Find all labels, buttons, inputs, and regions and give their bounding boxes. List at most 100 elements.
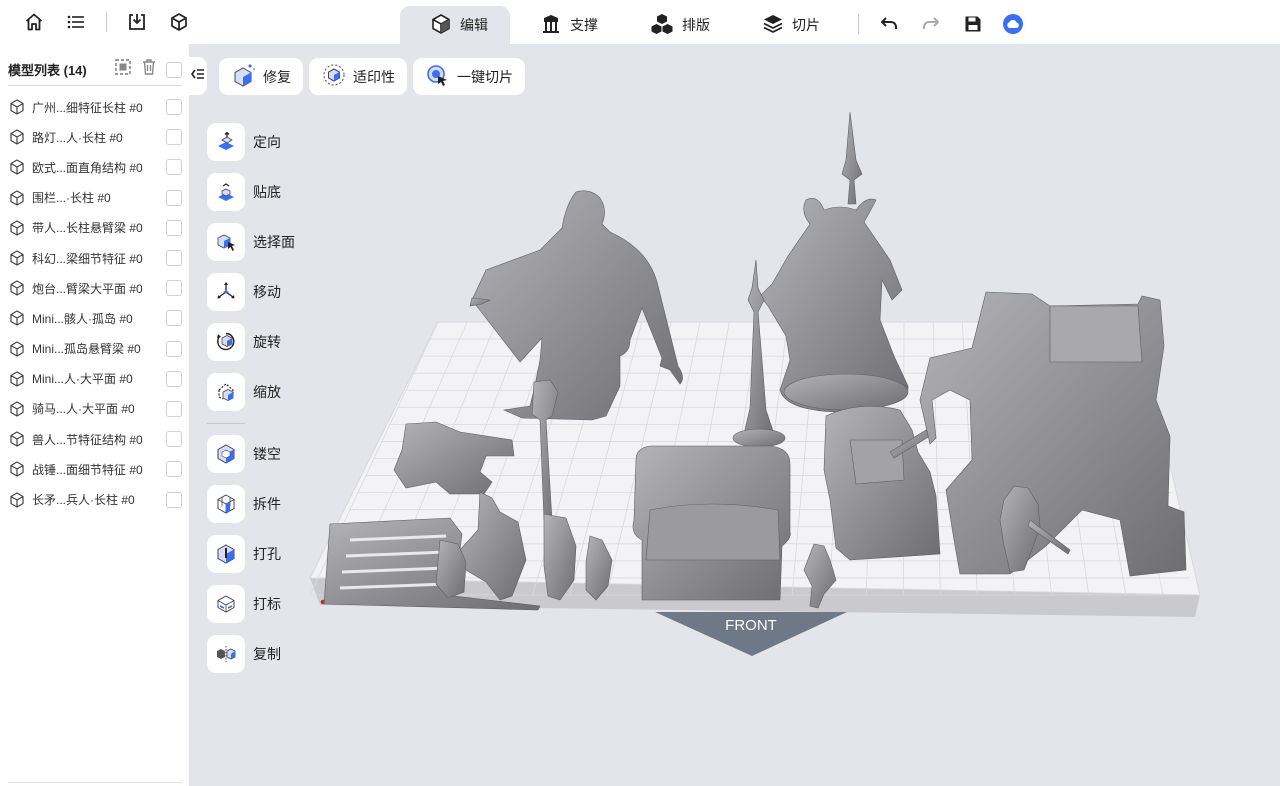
tab-support[interactable]: 支撑 (510, 6, 620, 44)
tab-slice[interactable]: 切片 (732, 6, 842, 44)
model-checkbox[interactable] (166, 431, 182, 448)
model-list-item[interactable]: 骑马...人·大平面 #0 (8, 394, 182, 424)
orient-tool[interactable]: 定向 (207, 123, 281, 161)
scale-icon (207, 373, 245, 411)
model-list-item[interactable]: 围栏...·长柱 #0 (8, 183, 182, 213)
model-name: 带人...长柱悬臂梁 #0 (32, 221, 143, 236)
orient-label: 定向 (253, 134, 281, 150)
model-checkbox[interactable] (166, 400, 182, 417)
model-checkbox[interactable] (166, 280, 182, 297)
model-list-item[interactable]: Mini...骸人·孤岛 #0 (8, 303, 182, 333)
save-icon[interactable] (961, 12, 985, 36)
lay-flat-tool[interactable]: 贴底 (207, 173, 281, 211)
delete-icon[interactable] (141, 58, 157, 81)
model-checkbox[interactable] (166, 189, 182, 206)
model-checkbox[interactable] (166, 99, 182, 116)
cloud-icon[interactable] (1003, 14, 1023, 34)
tab-label: 支撑 (570, 17, 598, 33)
hollow-label: 镂空 (253, 446, 281, 462)
model-checkbox[interactable] (166, 310, 182, 327)
model-checkbox[interactable] (166, 461, 182, 478)
model-list-item[interactable]: 广州...细特征长柱 #0 (8, 92, 182, 122)
split-icon (207, 485, 245, 523)
label-label: 打标 (253, 596, 281, 612)
model-checkbox[interactable] (166, 250, 182, 267)
hollow-tool[interactable]: 镂空 (207, 435, 281, 473)
cube-icon[interactable] (167, 10, 191, 34)
model-checkbox[interactable] (166, 159, 182, 176)
cube-icon (430, 13, 452, 38)
model-list-panel: 模型列表 (14) 广州...细特征长柱 #0 路灯...人·长柱 #0 欧式...… (0, 44, 189, 786)
layout-cubes-icon (650, 13, 674, 38)
sidebar-divider (8, 782, 182, 783)
drill-tool[interactable]: 打孔 (207, 535, 281, 573)
model-name: 战锤...面细节特征 #0 (32, 462, 143, 477)
toolbar-separator (858, 14, 859, 34)
select-frame-icon[interactable] (114, 58, 132, 81)
model-cube-icon (8, 370, 26, 388)
tab-edit[interactable]: 编辑 (400, 6, 510, 44)
3d-viewport[interactable]: FRONT (290, 100, 1280, 680)
support-icon (540, 13, 562, 38)
build-plate-scene: FRONT (309, 111, 1201, 656)
model-list-item[interactable]: Mini...人·大平面 #0 (8, 364, 182, 394)
split-label: 拆件 (253, 496, 281, 512)
model-cube-icon (8, 249, 26, 267)
drill-icon (207, 535, 245, 573)
undo-icon[interactable] (877, 12, 901, 36)
label-tool[interactable]: 打标 (207, 585, 281, 623)
list-icon[interactable] (64, 10, 88, 34)
model-list-item[interactable]: 带人...长柱悬臂梁 #0 (8, 213, 182, 243)
collapse-sidebar-button[interactable] (189, 57, 207, 95)
home-icon[interactable] (22, 10, 46, 34)
model-list-item[interactable]: Mini...孤岛悬臂梁 #0 (8, 334, 182, 364)
model-list-item[interactable]: 长矛...兵人·长柱 #0 (8, 484, 182, 514)
printability-button[interactable]: 适印性 (309, 58, 407, 95)
top-right-toolbar (858, 12, 1023, 36)
model-checkbox[interactable] (166, 129, 182, 146)
model-cube-icon (8, 430, 26, 448)
drill-label: 打孔 (253, 546, 281, 562)
model-cube-icon (8, 491, 26, 509)
model-cube-icon (8, 340, 26, 358)
tab-label: 切片 (792, 17, 820, 33)
model-checkbox[interactable] (166, 491, 182, 508)
model-cube-icon (8, 309, 26, 327)
model-checkbox[interactable] (166, 340, 182, 357)
select-all-checkbox[interactable] (166, 61, 182, 78)
model-list-item[interactable]: 炮台...臂梁大平面 #0 (8, 273, 182, 303)
model-cube-icon (8, 98, 26, 116)
scale-tool[interactable]: 缩放 (207, 373, 281, 411)
top-bar: 编辑 支撑 排版 切片 (0, 0, 1280, 44)
tab-label: 编辑 (460, 17, 488, 33)
model-list-item[interactable]: 科幻...梁细节特征 #0 (8, 243, 182, 273)
model-list-item[interactable]: 路灯...人·长柱 #0 (8, 122, 182, 152)
model-name: 骑马...人·大平面 #0 (32, 402, 135, 417)
model-list-item[interactable]: 欧式...面直角结构 #0 (8, 152, 182, 182)
hollow-icon (207, 435, 245, 473)
split-tool[interactable]: 拆件 (207, 485, 281, 523)
model-list-item[interactable]: 兽人...节特征结构 #0 (8, 424, 182, 454)
one-click-slice-icon (425, 63, 451, 90)
duplicate-icon (207, 635, 245, 673)
top-left-toolbar (22, 10, 191, 34)
front-indicator: FRONT (655, 612, 847, 656)
select-face-tool[interactable]: 选择面 (207, 223, 295, 261)
one-click-slice-button[interactable]: 一键切片 (413, 58, 525, 95)
model-checkbox[interactable] (166, 370, 182, 387)
move-tool[interactable]: 移动 (207, 273, 281, 311)
rotate-tool[interactable]: 旋转 (207, 323, 281, 361)
tab-layout[interactable]: 排版 (620, 6, 732, 44)
duplicate-tool[interactable]: 复制 (207, 635, 281, 673)
model-checkbox[interactable] (166, 219, 182, 236)
import-icon[interactable] (125, 10, 149, 34)
front-label: FRONT (725, 617, 777, 634)
lay-flat-icon (207, 173, 245, 211)
model-armchair[interactable] (632, 445, 791, 601)
rotate-label: 旋转 (253, 334, 281, 350)
model-list-item[interactable]: 战锤...面细节特征 #0 (8, 454, 182, 484)
redo-icon[interactable] (919, 12, 943, 36)
label-icon (207, 585, 245, 623)
repair-button[interactable]: 修复 (219, 58, 303, 95)
printability-label: 适印性 (353, 68, 395, 85)
